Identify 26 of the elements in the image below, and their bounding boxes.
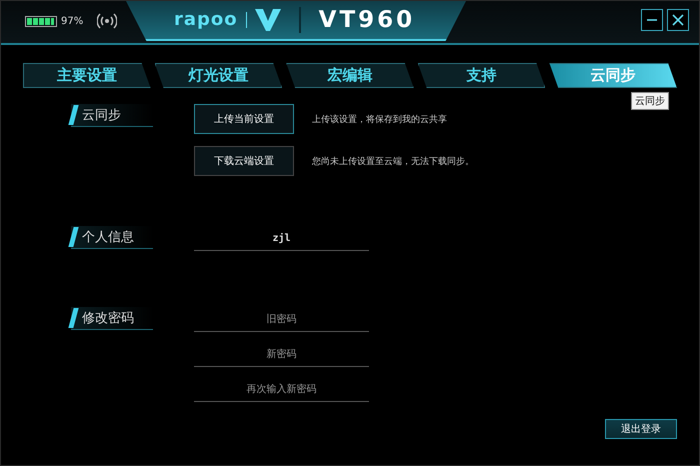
- sync-note: 您尚未上传设置至云端，无法下载同步。: [312, 156, 474, 168]
- password-field[interactable]: 新密码: [194, 342, 369, 367]
- tab[interactable]: 宏编辑: [286, 63, 414, 88]
- password-field[interactable]: 旧密码: [194, 307, 369, 332]
- password-field[interactable]: 再次输入新密码: [194, 377, 369, 402]
- close-icon: [671, 13, 685, 27]
- battery-icon: [25, 16, 57, 26]
- section-heading: 个人信息: [71, 226, 153, 249]
- wireless-icon: [97, 13, 118, 29]
- v-logo-icon: [254, 9, 281, 31]
- battery-reading: 97%: [61, 16, 84, 26]
- brand-logo: rapoo: [174, 12, 247, 28]
- sync-note: 上传该设置，将保存到我的云共享: [312, 114, 447, 126]
- tab[interactable]: 灯光设置: [154, 63, 282, 88]
- tab[interactable]: 主要设置: [23, 63, 151, 88]
- tab[interactable]: 支持: [418, 63, 546, 88]
- section-heading: 云同步: [71, 104, 153, 127]
- tooltip: 云同步: [631, 92, 669, 110]
- model-title: VT960: [298, 7, 416, 33]
- sync-button[interactable]: 下载云端设置: [194, 146, 294, 176]
- username-field[interactable]: zjl: [194, 226, 369, 251]
- logout-button[interactable]: 退出登录: [605, 419, 677, 439]
- section-heading: 修改密码: [71, 307, 153, 330]
- close-button[interactable]: [667, 9, 689, 31]
- minimize-button[interactable]: [641, 9, 663, 31]
- sync-button[interactable]: 上传当前设置: [194, 104, 294, 134]
